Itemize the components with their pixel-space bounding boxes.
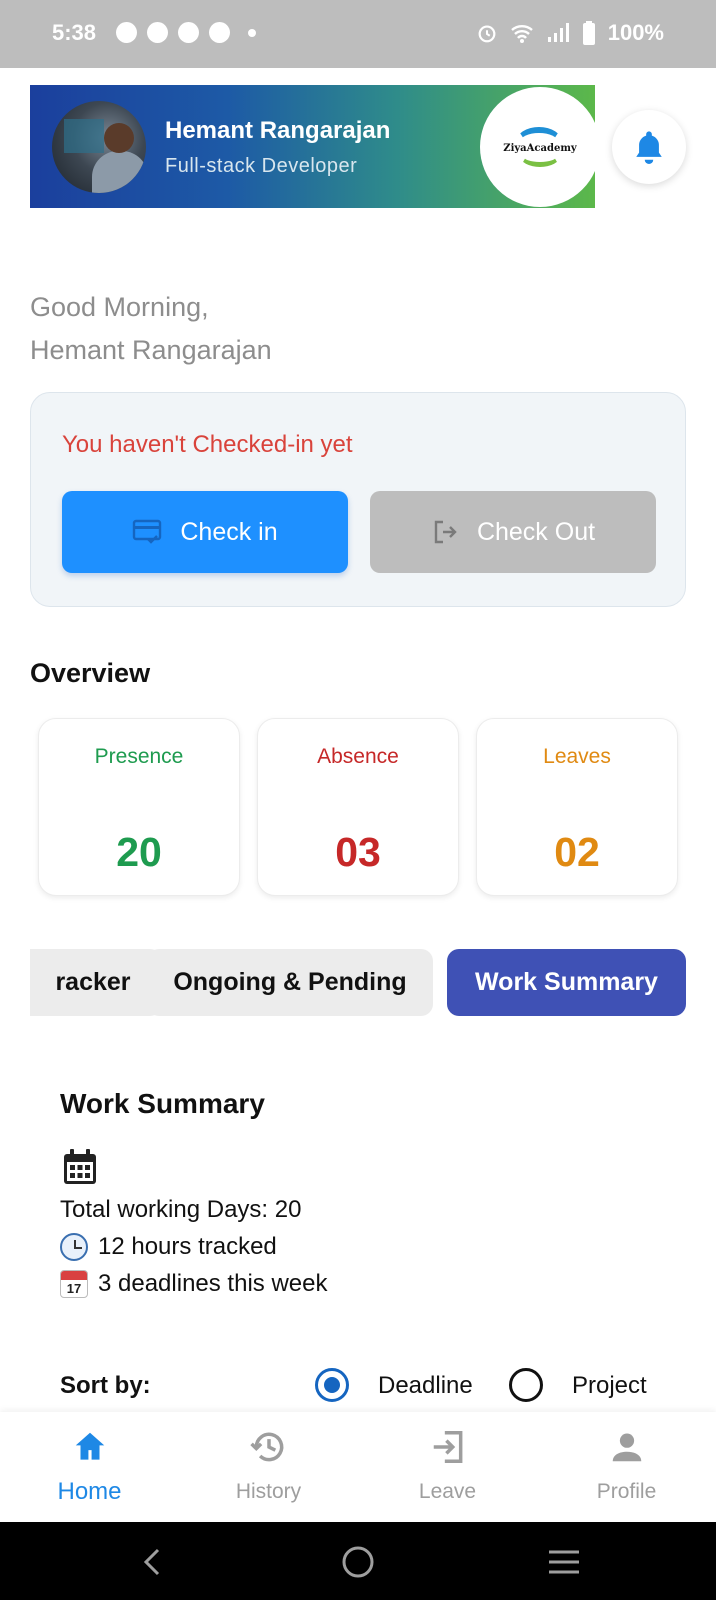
status-time: 5:38 bbox=[52, 20, 97, 45]
presence-value: 20 bbox=[116, 829, 162, 875]
app-icon bbox=[178, 22, 199, 43]
check-out-button[interactable]: Check Out bbox=[370, 491, 656, 573]
checkin-card: You haven't Checked-in yet Check in Chec… bbox=[30, 392, 686, 607]
nav-history-label: History bbox=[235, 1480, 302, 1503]
hours-tracked-text: 12 hours tracked bbox=[98, 1233, 277, 1260]
battery-icon bbox=[582, 21, 595, 45]
tab-ongoing-pending[interactable]: Ongoing & Pending bbox=[147, 949, 433, 1016]
nav-history[interactable]: History bbox=[179, 1412, 358, 1522]
deadlines-text: 3 deadlines this week bbox=[98, 1270, 328, 1297]
battery-level: 100% bbox=[607, 20, 664, 45]
home-system-button[interactable] bbox=[336, 1540, 380, 1584]
profile-banner: Hemant Rangarajan Full-stack Developer Z… bbox=[30, 85, 595, 208]
whatsapp-icon bbox=[147, 22, 168, 43]
signal-icon bbox=[547, 23, 569, 42]
radio-project[interactable] bbox=[509, 1368, 543, 1402]
deadlines-this-week: 17 3 deadlines this week bbox=[60, 1270, 327, 1298]
alarm-icon bbox=[478, 25, 496, 43]
compass-icon bbox=[209, 22, 230, 43]
check-out-label: Check Out bbox=[476, 517, 596, 546]
calendar-emoji-icon: 17 bbox=[60, 1270, 88, 1298]
home-circle-icon bbox=[342, 1546, 374, 1578]
back-button[interactable] bbox=[130, 1540, 174, 1584]
absence-card[interactable]: Absence 03 bbox=[257, 718, 459, 896]
status-bar: 5:38 100% bbox=[0, 0, 716, 68]
notifications-button[interactable] bbox=[612, 110, 686, 184]
greeting: Good Morning, Hemant Rangarajan bbox=[30, 286, 272, 372]
leaves-card[interactable]: Leaves 02 bbox=[476, 718, 678, 896]
nav-leave[interactable]: Leave bbox=[358, 1412, 537, 1522]
nav-home[interactable]: Home bbox=[0, 1412, 179, 1522]
greeting-line-2: Hemant Rangarajan bbox=[30, 335, 272, 365]
tab-work-summary[interactable]: Work Summary bbox=[447, 949, 686, 1016]
radio-deadline-label[interactable]: Deadline bbox=[378, 1372, 473, 1400]
chat-icon bbox=[116, 22, 137, 43]
home-icon bbox=[75, 1432, 105, 1460]
avatar[interactable] bbox=[52, 101, 146, 193]
clock-icon bbox=[60, 1233, 88, 1261]
nav-home-label: Home bbox=[57, 1478, 122, 1505]
absence-label: Absence bbox=[317, 745, 399, 768]
wifi-icon bbox=[510, 25, 533, 43]
nav-profile[interactable]: Profile bbox=[537, 1412, 716, 1522]
tab-tracker-label: racker bbox=[55, 968, 131, 996]
user-role: Full-stack Developer bbox=[165, 155, 358, 177]
leave-icon bbox=[433, 1431, 463, 1463]
history-icon bbox=[250, 1432, 284, 1462]
system-nav-bar bbox=[0, 1522, 716, 1600]
total-working-days-text: Total working Days: 20 bbox=[60, 1196, 302, 1223]
tab-work-label: Work Summary bbox=[475, 968, 658, 996]
checkin-status: You haven't Checked-in yet bbox=[62, 431, 353, 458]
leaves-label: Leaves bbox=[543, 745, 611, 768]
leaves-value: 02 bbox=[554, 829, 600, 875]
bell-icon bbox=[636, 131, 662, 164]
recents-button[interactable] bbox=[542, 1540, 586, 1584]
overview-title: Overview bbox=[30, 658, 151, 688]
system-status: 100% bbox=[476, 20, 664, 46]
greeting-line-1: Good Morning, bbox=[30, 292, 209, 322]
calendar-icon bbox=[64, 1149, 96, 1184]
tab-tracker[interactable]: racker bbox=[30, 949, 162, 1016]
sort-label: Sort by: bbox=[60, 1372, 151, 1399]
menu-icon bbox=[549, 1550, 579, 1574]
presence-card[interactable]: Presence 20 bbox=[38, 718, 240, 896]
radio-project-label[interactable]: Project bbox=[572, 1372, 647, 1400]
radio-deadline[interactable] bbox=[315, 1368, 349, 1402]
logout-icon bbox=[434, 520, 457, 544]
company-logo: ZiyaAcademy bbox=[480, 87, 595, 207]
check-in-label: Check in bbox=[180, 517, 278, 546]
card-check-icon bbox=[133, 519, 162, 544]
notification-icons bbox=[116, 22, 256, 43]
nav-profile-label: Profile bbox=[596, 1480, 657, 1503]
profile-icon bbox=[612, 1433, 642, 1462]
tab-bar: racker Ongoing & Pending Work Summary bbox=[30, 949, 686, 1017]
user-name: Hemant Rangarajan bbox=[165, 117, 391, 144]
work-summary-title: Work Summary bbox=[60, 1088, 265, 1119]
check-in-button[interactable]: Check in bbox=[62, 491, 348, 573]
bottom-nav: Home History Leave Profile bbox=[0, 1412, 716, 1522]
more-dot-icon bbox=[248, 28, 256, 37]
back-icon bbox=[143, 1548, 160, 1576]
tab-ongoing-label: Ongoing & Pending bbox=[173, 968, 407, 996]
logo-text: ZiyaAcademy bbox=[503, 143, 577, 154]
nav-leave-label: Leave bbox=[418, 1480, 477, 1503]
total-working-days: Total working Days: 20 bbox=[60, 1196, 301, 1224]
hours-tracked: 12 hours tracked bbox=[60, 1233, 277, 1261]
absence-value: 03 bbox=[335, 829, 381, 875]
presence-label: Presence bbox=[94, 745, 184, 768]
